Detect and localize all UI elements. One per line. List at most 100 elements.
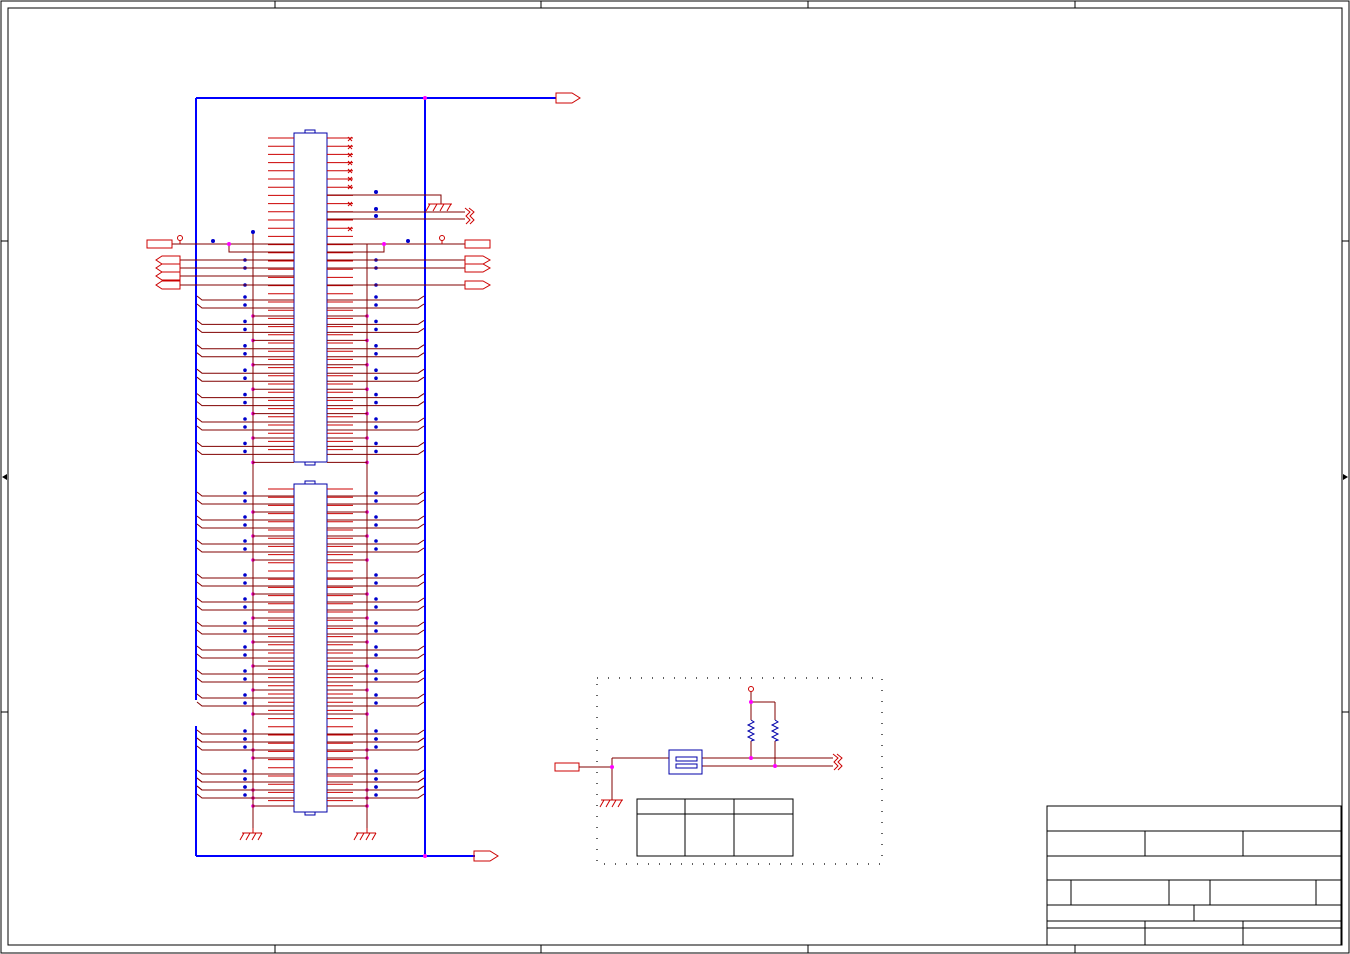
upper-right-nets bbox=[327, 194, 465, 220]
via bbox=[374, 605, 378, 609]
via bbox=[374, 621, 378, 625]
via bbox=[374, 400, 378, 405]
via bbox=[374, 449, 378, 454]
connector-key-lower-top bbox=[304, 480, 316, 485]
via bbox=[374, 344, 378, 348]
via bbox=[374, 425, 378, 429]
subcircuit-nets bbox=[579, 692, 833, 800]
connector-key-upper-bottom bbox=[304, 461, 316, 466]
via bbox=[374, 745, 378, 749]
drawing-frame bbox=[0, 0, 1350, 954]
via bbox=[243, 621, 247, 625]
schematic-sheet bbox=[0, 0, 1350, 954]
bank-net-lines bbox=[196, 258, 425, 808]
power-taps bbox=[177, 235, 445, 244]
inner-border bbox=[7, 7, 1343, 946]
via bbox=[243, 737, 247, 741]
via bbox=[243, 547, 247, 551]
via bbox=[374, 303, 378, 307]
signal-nets-top bbox=[180, 259, 465, 286]
via bbox=[243, 645, 247, 649]
signal-ports-right bbox=[464, 255, 492, 290]
via bbox=[243, 327, 247, 332]
via bbox=[243, 693, 247, 697]
via bbox=[374, 327, 378, 332]
via bbox=[243, 515, 247, 519]
via bbox=[374, 693, 378, 697]
power-port-right bbox=[464, 239, 491, 249]
via bbox=[374, 441, 378, 446]
via bbox=[243, 573, 247, 577]
offsheet-port-bottom bbox=[473, 850, 499, 862]
rail-junction bbox=[251, 230, 255, 234]
via bbox=[243, 417, 247, 421]
via bbox=[374, 729, 378, 733]
connector-key-lower-bottom bbox=[304, 811, 316, 816]
via bbox=[243, 425, 247, 429]
via bbox=[243, 653, 247, 657]
power-row bbox=[172, 243, 465, 253]
via bbox=[243, 295, 247, 299]
nc-markers bbox=[347, 136, 353, 232]
via bbox=[374, 653, 378, 657]
bus-junction-top bbox=[423, 96, 427, 100]
zone-ticks bbox=[1, 1, 1349, 953]
resistor-2 bbox=[770, 719, 780, 742]
via bbox=[374, 376, 378, 381]
via bbox=[374, 547, 378, 551]
resistor-1 bbox=[746, 719, 756, 742]
ground-symbols-bottom bbox=[239, 828, 377, 841]
title-block bbox=[1046, 805, 1342, 946]
via bbox=[374, 573, 378, 577]
via bbox=[243, 605, 247, 609]
via bbox=[243, 669, 247, 673]
via bbox=[243, 499, 247, 503]
via bbox=[374, 677, 378, 681]
via bbox=[374, 392, 378, 397]
via bbox=[374, 539, 378, 543]
via bbox=[374, 785, 378, 789]
bus-junction-bottom bbox=[423, 854, 427, 858]
via bbox=[243, 769, 247, 773]
bidir-port-top-right bbox=[464, 207, 475, 225]
via bbox=[374, 368, 378, 373]
via bbox=[374, 352, 378, 356]
vias-top-right bbox=[374, 190, 378, 218]
via bbox=[243, 449, 247, 454]
via bbox=[374, 793, 378, 797]
via bbox=[243, 392, 247, 397]
via bbox=[243, 303, 247, 307]
subcircuit-box bbox=[554, 677, 883, 865]
via bbox=[374, 701, 378, 705]
connector-body-lower bbox=[293, 483, 328, 813]
switch-ic bbox=[668, 749, 703, 775]
via bbox=[374, 669, 378, 673]
via bbox=[374, 629, 378, 633]
subcircuit-dotted-border bbox=[596, 677, 883, 865]
ground-symbol-subcircuit bbox=[599, 799, 623, 808]
bidir-port-subcircuit bbox=[832, 753, 843, 771]
via bbox=[243, 597, 247, 601]
via bbox=[243, 629, 247, 633]
via bbox=[243, 319, 247, 324]
power-port-left bbox=[146, 239, 173, 249]
signal-ports-left bbox=[155, 255, 181, 290]
outer-border bbox=[0, 0, 1350, 954]
via bbox=[374, 295, 378, 299]
via bbox=[243, 785, 247, 789]
via bbox=[243, 793, 247, 797]
via bbox=[374, 499, 378, 503]
zone-arrow-right bbox=[1343, 474, 1348, 480]
via bbox=[374, 491, 378, 495]
connector-key-upper-top bbox=[304, 129, 316, 134]
connector-pins-upper bbox=[268, 137, 353, 451]
pullup-supply bbox=[748, 686, 754, 692]
via bbox=[243, 400, 247, 405]
via bbox=[243, 677, 247, 681]
via bbox=[374, 645, 378, 649]
via bbox=[243, 729, 247, 733]
via bbox=[243, 777, 247, 781]
via bbox=[243, 376, 247, 381]
via bbox=[374, 417, 378, 421]
via bbox=[374, 581, 378, 585]
